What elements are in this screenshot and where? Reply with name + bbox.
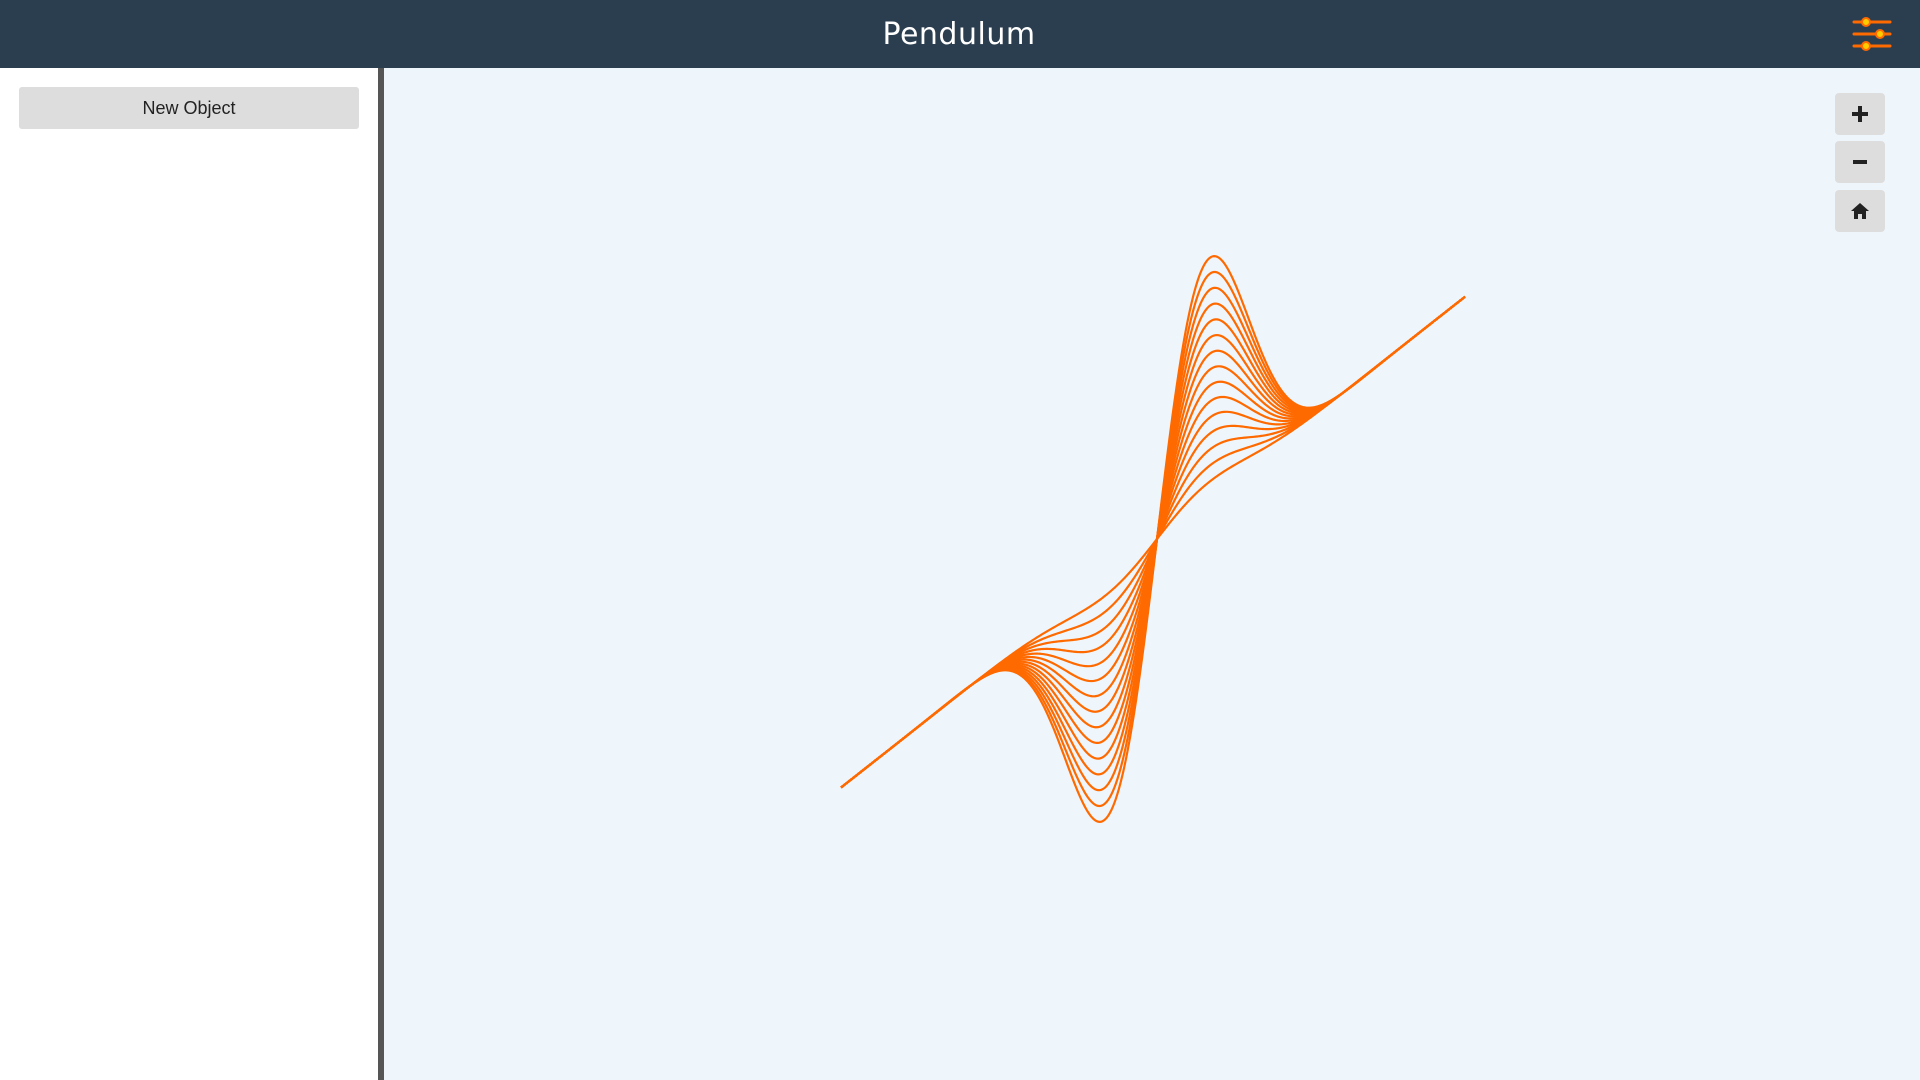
pendulum-curves (840, 255, 1466, 823)
new-object-button[interactable]: New Object (19, 87, 359, 129)
graph-canvas[interactable] (384, 68, 1920, 1080)
minus-icon (1853, 160, 1867, 164)
home-button[interactable] (1835, 190, 1885, 232)
zoom-in-button[interactable] (1835, 93, 1885, 135)
home-icon (1851, 203, 1869, 219)
app-title: Pendulum (882, 16, 1036, 52)
curve-line (840, 270, 1466, 808)
plus-icon (1852, 106, 1868, 122)
curve-line (840, 255, 1466, 823)
zoom-out-button[interactable] (1835, 141, 1885, 183)
settings-button[interactable] (1850, 14, 1894, 54)
object-sidebar (0, 68, 378, 1080)
sliders-icon (1852, 17, 1892, 51)
app-header: Pendulum (0, 0, 1920, 68)
